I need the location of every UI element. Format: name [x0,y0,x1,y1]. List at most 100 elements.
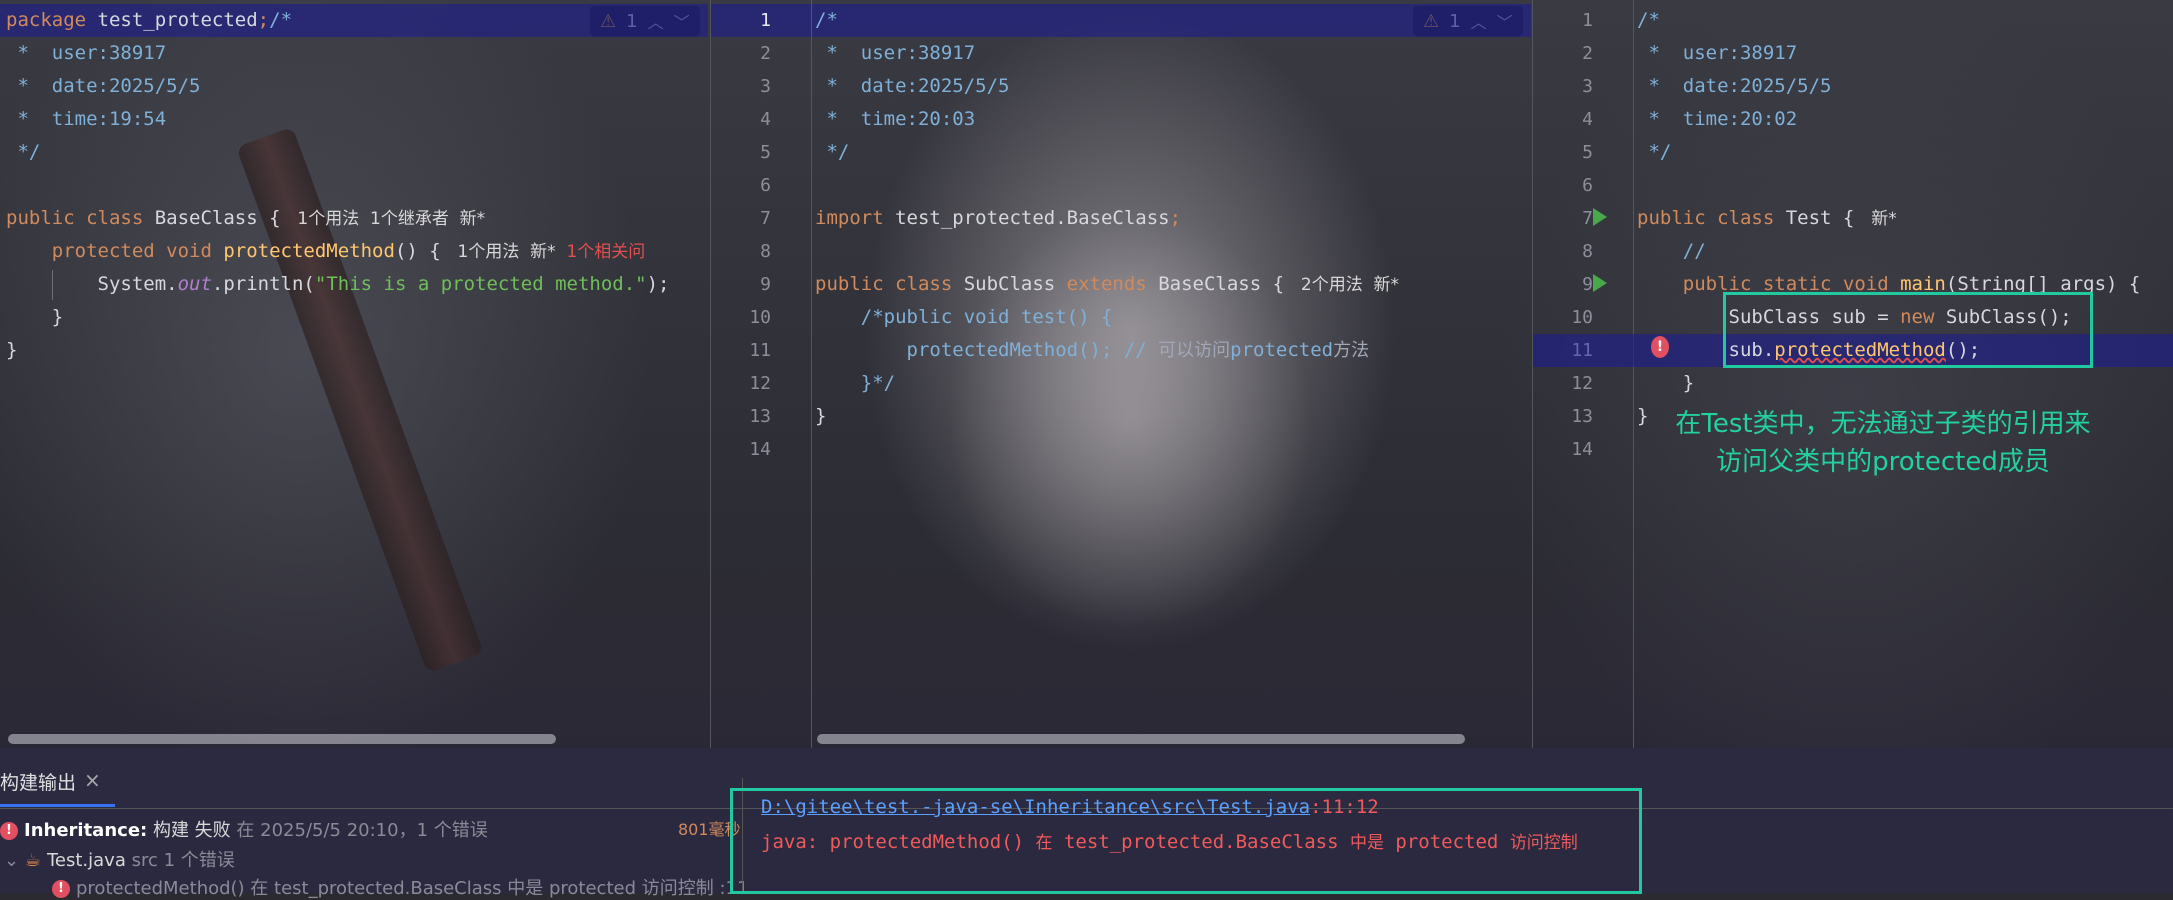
line-number[interactable]: 10 [711,301,771,334]
line-number[interactable]: 6 [711,169,771,202]
code-line[interactable]: /* [1637,4,1660,37]
line-number[interactable]: 13 [1533,400,1593,433]
code-line[interactable]: * user:38917 [815,37,975,70]
editor-pane-baseclass[interactable]: ⚠ 1 ︿ ﹀ package test_protected;/* * user… [0,0,708,748]
line-number[interactable]: 2 [711,37,771,70]
code-line[interactable]: } [1637,367,1694,400]
code-line[interactable]: } [815,400,826,433]
code-line[interactable]: * date:2025/5/5 [1637,70,1831,103]
code-line[interactable]: package test_protected;/* [6,4,292,37]
build-status: 构建 失败 [147,820,231,841]
line-number[interactable]: 3 [1533,70,1593,103]
horizontal-scrollbar[interactable] [817,734,1465,744]
line-number[interactable]: 14 [1533,433,1593,466]
code-token: // [1637,240,1706,262]
run-main-icon[interactable] [1593,274,1607,292]
line-number[interactable]: 13 [711,400,771,433]
line-number[interactable]: 3 [711,70,771,103]
code-token: */ [1637,141,1672,163]
line-number[interactable]: 8 [711,235,771,268]
code-token: * user:38917 [6,42,167,64]
code-line[interactable]: // [1637,235,1706,268]
build-tree-root[interactable]: ! Inheritance: 构建 失败 在 2025/5/5 20:10，1 个… [0,816,488,842]
line-number[interactable]: 14 [711,433,771,466]
line-number[interactable]: 7 [1533,202,1593,235]
line-number[interactable]: 10 [1533,301,1593,334]
error-icon: ! [52,880,70,898]
code-token: }*/ [815,372,896,394]
code-token: public class [815,273,964,295]
line-number[interactable]: 7 [711,202,771,235]
code-token: package [6,9,98,31]
line-number[interactable]: 2 [1533,37,1593,70]
code-line[interactable]: protectedMethod(); // 可以访问protected方法 [815,334,1370,367]
horizontal-scrollbar[interactable] [8,734,556,744]
line-number[interactable]: 8 [1533,235,1593,268]
code-token: */ [815,141,850,163]
code-token: ; [1169,207,1182,229]
code-token: out [177,273,212,295]
code-line[interactable]: * user:38917 [1637,37,1797,70]
code-line[interactable]: }*/ [815,367,895,400]
line-number[interactable]: 5 [1533,136,1593,169]
annotation-line-2: 访问父类中的protected成员 [1716,447,2050,477]
code-token: * date:2025/5/5 [815,75,1010,97]
code-line[interactable]: /* [815,4,838,37]
code-line[interactable]: /*public void test() { [815,301,1113,334]
code-line[interactable]: * date:2025/5/5 [815,70,1009,103]
editor-pane-subclass[interactable]: 1234567891011121314 ⚠ 1 ︿ ﹀ /* * user:38… [710,0,1531,748]
tab-build-output[interactable]: 构建输出 [0,768,76,795]
file-name: Test.java [46,850,126,871]
code-token: .println( [211,273,315,295]
code-token: * date:2025/5/5 [1637,75,1832,97]
code-token: BaseClass { [154,207,292,229]
line-number[interactable]: 12 [1533,367,1593,400]
line-number[interactable]: 4 [711,103,771,136]
code-token: public class [6,207,155,229]
code-line[interactable]: public class Test { 新* [1637,202,1897,235]
file-detail: src 1 个错误 [125,850,235,871]
code-line[interactable]: public class BaseClass { 1个用法 1个继承者 新* [6,202,485,235]
code-line[interactable]: System.out.println("This is a protected … [6,268,670,301]
line-number[interactable]: 12 [711,367,771,400]
code-line[interactable]: */ [1637,136,1671,169]
code-line[interactable]: */ [815,136,849,169]
chevron-down-icon[interactable]: ⌄ [4,850,19,871]
code-token: public class [1637,207,1786,229]
code-token: */ [6,141,41,163]
code-line[interactable]: * time:20:03 [815,103,975,136]
code-line[interactable]: * user:38917 [6,37,166,70]
code-line[interactable]: public class SubClass extends BaseClass … [815,268,1399,301]
code-token: } [6,339,18,361]
code-line[interactable]: * date:2025/5/5 [6,70,200,103]
line-number[interactable]: 6 [1533,169,1593,202]
line-number[interactable]: 1 [1533,4,1593,37]
line-number[interactable]: 11 [711,334,771,367]
error-icon: ! [0,822,18,840]
line-number[interactable]: 9 [1533,268,1593,301]
build-tree-file[interactable]: ⌄ ☕ Test.java src 1 个错误 [4,846,235,872]
run-class-icon[interactable] [1593,208,1607,226]
line-number[interactable]: 1 [711,4,771,37]
code-line[interactable]: * time:20:02 [1637,103,1797,136]
code-token: protected void [6,240,224,262]
editor-pane-test[interactable]: 1234567891011121314 /* * user:38917 * da… [1532,0,2173,748]
code-line[interactable]: } [6,334,17,367]
code-line[interactable]: import test_protected.BaseClass; [815,202,1181,235]
code-line[interactable]: } [6,301,63,334]
error-summary: protectedMethod() 在 test_protected.BaseC… [76,878,749,899]
code-token: } [815,405,827,427]
gutter: 1234567891011121314 [1533,0,1634,748]
line-number[interactable]: 4 [1533,103,1593,136]
line-number[interactable]: 5 [711,136,771,169]
code-line[interactable]: */ [6,136,40,169]
annotation-line-1: 在Test类中，无法通过子类的引用来 [1675,409,2091,439]
build-detail: 在 2025/5/5 20:10，1 个错误 [230,820,488,841]
close-icon[interactable]: × [84,768,101,792]
code-line[interactable]: protected void protectedMethod() { 1个用法 … [6,235,646,268]
error-bulb-icon[interactable]: ! [1651,336,1669,358]
build-tree-error[interactable]: ! protectedMethod() 在 test_protected.Base… [52,874,748,900]
code-token: test_protected.BaseClass [895,207,1170,229]
code-line[interactable]: * time:19:54 [6,103,166,136]
line-number[interactable]: 9 [711,268,771,301]
